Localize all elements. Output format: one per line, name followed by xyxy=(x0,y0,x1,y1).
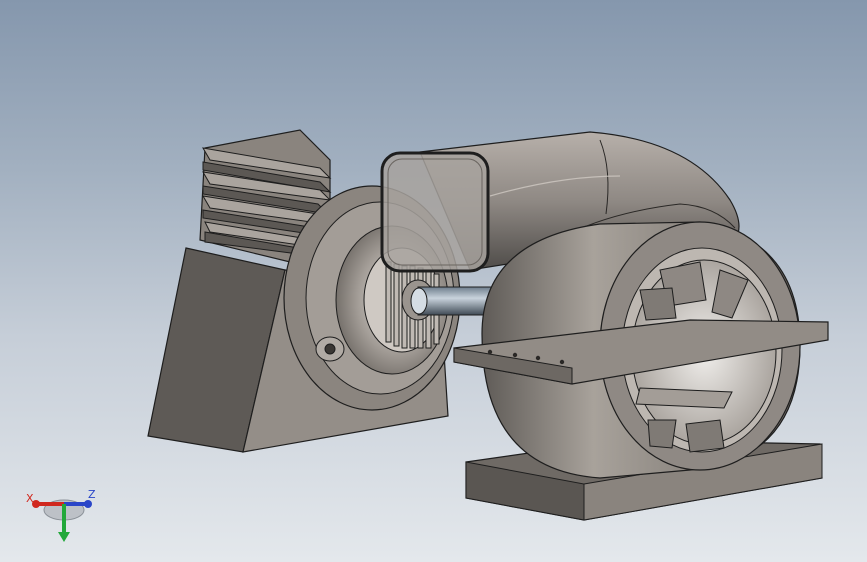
blower-model[interactable] xyxy=(0,0,867,562)
duct-flange xyxy=(380,151,490,273)
z-axis-label: Z xyxy=(88,488,96,501)
3d-viewport[interactable]: X Z xyxy=(0,0,867,562)
y-axis-tip xyxy=(58,532,70,542)
orientation-triad[interactable]: X Z xyxy=(22,484,106,548)
z-axis-tip xyxy=(84,500,92,508)
x-axis-label: X xyxy=(26,492,34,505)
fan-housing[interactable] xyxy=(453,221,829,521)
mounting-lug xyxy=(315,336,345,362)
